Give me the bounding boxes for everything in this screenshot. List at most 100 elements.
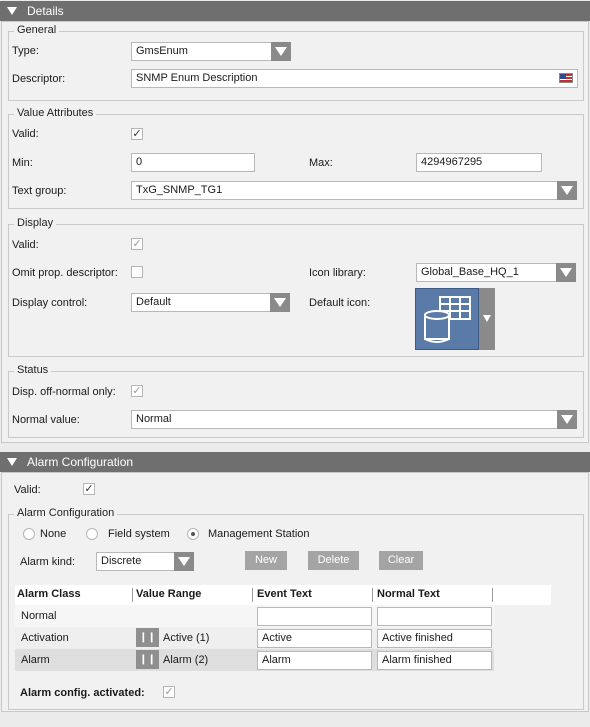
- default-icon-picker[interactable]: [415, 288, 479, 350]
- col-value-range[interactable]: Value Range: [136, 588, 201, 600]
- delete-button[interactable]: Delete: [308, 551, 359, 570]
- max-input[interactable]: 4294967295: [416, 153, 542, 172]
- descriptor-label: Descriptor:: [12, 73, 66, 85]
- column-divider[interactable]: [492, 588, 493, 602]
- radio-none[interactable]: [23, 528, 35, 540]
- row-normal-text: Alarm finished: [382, 654, 452, 666]
- table-row[interactable]: Activation ❙❙ Active (1) Active Active f…: [15, 627, 494, 649]
- row-event-text-input[interactable]: [257, 607, 372, 626]
- alarm-valid-label: Valid:: [14, 484, 41, 496]
- row-normal-text-input[interactable]: Alarm finished: [377, 651, 492, 670]
- chevron-down-icon: [483, 315, 491, 322]
- alarm-config-header[interactable]: Alarm Configuration: [0, 452, 590, 472]
- row-value-range: Active (1): [163, 632, 210, 644]
- normal-value: Normal: [136, 413, 172, 425]
- chevron-down-icon[interactable]: [556, 263, 576, 282]
- display-legend: Display: [14, 217, 57, 229]
- alarm-table-header: Alarm Class Value Range Event Text Norma…: [15, 585, 551, 605]
- type-label: Type:: [12, 45, 39, 57]
- row-event-text: Active: [262, 632, 292, 644]
- value-attributes-legend: Value Attributes: [14, 107, 97, 119]
- display-control-select[interactable]: Default: [131, 293, 290, 312]
- alarm-config-activated-label: Alarm config. activated:: [20, 687, 145, 699]
- row-normal-text-input[interactable]: Active finished: [377, 629, 492, 648]
- row-event-text-input[interactable]: Alarm: [257, 651, 372, 670]
- display-control-value: Default: [136, 296, 171, 308]
- va-valid-label: Valid:: [12, 128, 39, 140]
- column-divider[interactable]: [372, 588, 373, 602]
- pause-icon[interactable]: ❙❙: [136, 628, 159, 647]
- text-group-value: TxG_SNMP_TG1: [136, 184, 223, 196]
- omit-label: Omit prop. descriptor:: [12, 267, 118, 279]
- alarm-panel: Valid: ✓ Alarm Configuration None Field …: [1, 472, 589, 712]
- icon-library-label: Icon library:: [309, 267, 366, 279]
- col-event-text[interactable]: Event Text: [257, 588, 312, 600]
- alarm-kind-label: Alarm kind:: [20, 556, 76, 568]
- col-normal-text[interactable]: Normal Text: [377, 588, 440, 600]
- min-value: 0: [136, 156, 143, 168]
- alarm-config-activated-checkbox[interactable]: ✓: [163, 686, 175, 698]
- text-group-select[interactable]: TxG_SNMP_TG1: [131, 181, 577, 200]
- column-divider[interactable]: [252, 588, 253, 602]
- chevron-down-icon[interactable]: [270, 293, 290, 312]
- table-row-selected[interactable]: Alarm ❙❙ Alarm (2) Alarm Alarm finished: [15, 649, 494, 671]
- chevron-down-icon[interactable]: [557, 410, 577, 429]
- general-legend: General: [14, 24, 60, 36]
- min-label: Min:: [12, 157, 33, 169]
- new-button[interactable]: New: [245, 551, 287, 570]
- collapse-triangle-icon[interactable]: [7, 7, 17, 15]
- icon-library-select[interactable]: Global_Base_HQ_1: [416, 263, 576, 282]
- type-value: GmsEnum: [136, 45, 188, 57]
- details-header[interactable]: Details: [0, 1, 590, 21]
- normal-value-select[interactable]: Normal: [131, 410, 577, 429]
- details-panel: General Type: GmsEnum Descriptor: SNMP E…: [1, 21, 589, 443]
- text-group-label: Text group:: [12, 185, 67, 197]
- display-control-label: Display control:: [12, 297, 88, 309]
- default-icon-label: Default icon:: [309, 297, 371, 309]
- row-normal-text-input[interactable]: [377, 607, 492, 626]
- row-normal-text: Active finished: [382, 632, 453, 644]
- max-value: 4294967295: [421, 156, 483, 168]
- alarm-valid-checkbox[interactable]: ✓: [83, 483, 95, 495]
- radio-none-label: None: [40, 528, 67, 540]
- chevron-down-icon[interactable]: [557, 181, 577, 200]
- radio-field-system[interactable]: [86, 528, 98, 540]
- type-select[interactable]: GmsEnum: [131, 42, 291, 61]
- chevron-down-icon[interactable]: [271, 42, 291, 61]
- max-label: Max:: [309, 157, 333, 169]
- database-grid-icon: [424, 296, 471, 343]
- va-valid-checkbox[interactable]: ✓: [131, 128, 143, 140]
- min-input[interactable]: 0: [131, 153, 255, 172]
- disp-off-normal-checkbox[interactable]: ✓: [131, 385, 143, 397]
- alarm-kind-value: Discrete: [101, 555, 142, 567]
- omit-checkbox[interactable]: [131, 266, 143, 278]
- display-valid-label: Valid:: [12, 239, 39, 251]
- details-header-title: Details: [27, 4, 64, 18]
- radio-management-station[interactable]: [187, 528, 199, 540]
- pause-icon[interactable]: ❙❙: [136, 650, 159, 669]
- descriptor-input[interactable]: SNMP Enum Description: [131, 69, 578, 88]
- display-valid-checkbox[interactable]: ✓: [131, 238, 143, 250]
- us-flag-icon[interactable]: [559, 73, 573, 83]
- radio-management-station-label: Management Station: [208, 528, 310, 540]
- row-alarm-class: Normal: [21, 610, 57, 622]
- row-event-text: Alarm: [262, 654, 291, 666]
- default-icon-dropdown[interactable]: [479, 288, 495, 350]
- alarm-configuration-legend: Alarm Configuration: [14, 507, 118, 519]
- normal-value-label: Normal value:: [12, 414, 80, 426]
- disp-off-normal-label: Disp. off-normal only:: [12, 386, 116, 398]
- row-alarm-class: Alarm: [21, 654, 50, 666]
- clear-button[interactable]: Clear: [379, 551, 423, 570]
- collapse-triangle-icon[interactable]: [7, 458, 17, 466]
- row-value-range: Alarm (2): [163, 654, 209, 666]
- col-alarm-class[interactable]: Alarm Class: [17, 588, 81, 600]
- row-alarm-class: Activation: [21, 632, 69, 644]
- row-event-text-input[interactable]: Active: [257, 629, 372, 648]
- chevron-down-icon[interactable]: [174, 552, 194, 571]
- general-group: General: [8, 24, 584, 101]
- alarm-config-header-title: Alarm Configuration: [27, 455, 134, 469]
- alarm-kind-select[interactable]: Discrete: [96, 552, 194, 571]
- descriptor-value: SNMP Enum Description: [136, 72, 258, 84]
- table-row[interactable]: Normal: [15, 605, 494, 627]
- column-divider[interactable]: [132, 588, 133, 602]
